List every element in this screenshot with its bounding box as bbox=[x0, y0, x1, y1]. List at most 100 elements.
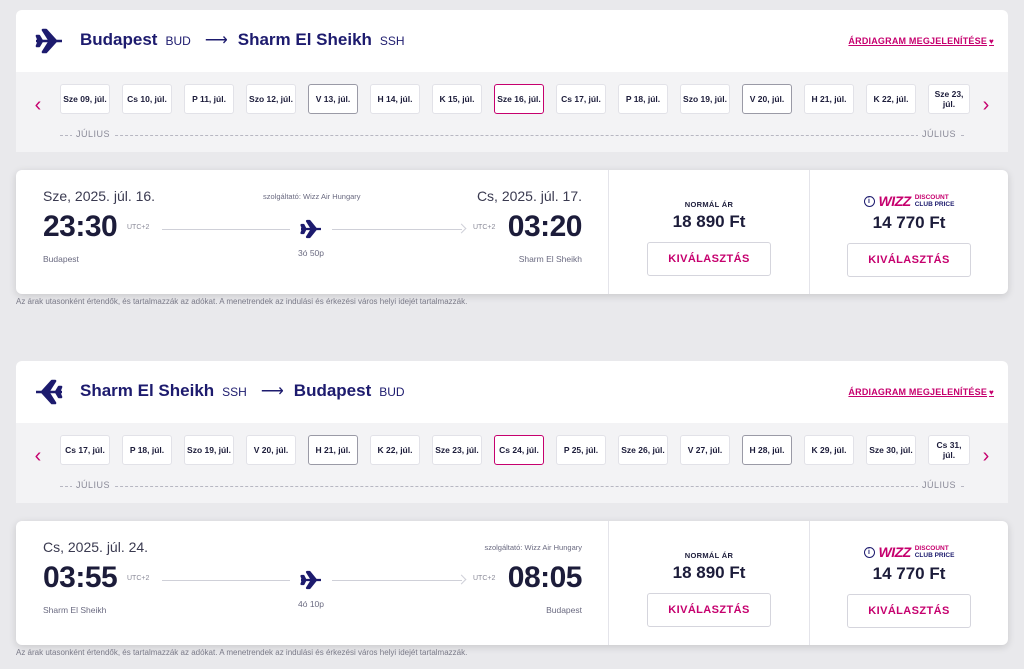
date-option[interactable]: K 15, júl. bbox=[432, 84, 482, 114]
arrival-date: Cs, 2025. júl. 17. bbox=[476, 188, 582, 204]
chevron-down-icon: ♥ bbox=[989, 388, 994, 397]
departure-date: Cs, 2025. júl. 24. bbox=[43, 539, 149, 555]
next-dates-button[interactable]: › bbox=[976, 443, 996, 469]
normal-fare-label: NORMÁL ÁR bbox=[684, 551, 734, 560]
flight-details: Cs, 2025. júl. 24. szolgáltató: Wizz Air… bbox=[16, 521, 609, 645]
date-option[interactable]: V 27, júl. bbox=[680, 435, 730, 465]
month-line bbox=[60, 486, 964, 487]
origin-city: Budapest bbox=[80, 30, 158, 49]
plane-icon bbox=[300, 570, 321, 590]
club-fare: i WIZZ DISCOUNT CLUB PRICE 14 770 Ft KIVÁ… bbox=[810, 521, 1008, 645]
destination-code: BUD bbox=[379, 385, 405, 399]
date-option[interactable]: K 22, júl. bbox=[866, 84, 916, 114]
date-option[interactable]: V 20, júl. bbox=[246, 435, 296, 465]
arrival-utc: UTC+2 bbox=[473, 224, 496, 231]
info-icon[interactable]: i bbox=[863, 195, 875, 207]
club-text: DISCOUNT CLUB PRICE bbox=[915, 194, 955, 208]
club-fare-price: 14 770 Ft bbox=[872, 564, 946, 583]
wizz-logo: WIZZ bbox=[878, 544, 912, 560]
select-normal-fare-button[interactable]: KIVÁLASZTÁS bbox=[647, 593, 771, 627]
previous-dates-button[interactable]: ‹ bbox=[28, 92, 48, 118]
route-arrow: ⟶ bbox=[260, 383, 284, 400]
origin-code: SSH bbox=[222, 385, 247, 399]
date-selector: ‹ Cs 17, júl. P 18, júl. Szo 19, júl. V 20,… bbox=[16, 423, 1008, 503]
show-price-chart-link[interactable]: ÁRDIAGRAM MEGJELENÍTÉSE ♥ bbox=[848, 387, 994, 397]
arrival-city: Budapest bbox=[546, 605, 582, 615]
month-label-right: JÚLIUS bbox=[917, 480, 960, 490]
date-option[interactable]: Cs 17, júl. bbox=[556, 84, 606, 114]
normal-fare-price: 18 890 Ft bbox=[672, 212, 746, 231]
date-option[interactable]: Szo 19, júl. bbox=[680, 84, 730, 114]
info-icon[interactable]: i bbox=[863, 546, 875, 558]
date-option[interactable]: P 18, júl. bbox=[122, 435, 172, 465]
departure-time: 23:30 bbox=[43, 210, 118, 243]
departure-utc: UTC+2 bbox=[127, 224, 150, 231]
route-arrow: ⟶ bbox=[204, 32, 228, 49]
date-option[interactable]: Sze 23, júl. bbox=[928, 84, 970, 114]
route-line-end bbox=[456, 223, 467, 234]
date-option[interactable]: Sze 09, júl. bbox=[60, 84, 110, 114]
route-title: Budapest BUD ⟶ Sharm El Sheikh SSH bbox=[80, 30, 405, 50]
club-text-line2: CLUB PRICE bbox=[914, 552, 955, 559]
date-option[interactable]: P 11, júl. bbox=[184, 84, 234, 114]
date-option[interactable]: H 21, júl. bbox=[308, 435, 358, 465]
date-option[interactable]: Cs 17, júl. bbox=[60, 435, 110, 465]
date-option[interactable]: V 13, júl. bbox=[308, 84, 358, 114]
date-selector: ‹ Sze 09, júl. Cs 10, júl. P 11, júl. Szo 1… bbox=[16, 72, 1008, 152]
arrival-utc: UTC+2 bbox=[473, 575, 496, 582]
show-price-chart-link[interactable]: ÁRDIAGRAM MEGJELENÍTÉSE ♥ bbox=[848, 36, 994, 46]
flight-duration: 4ó 10p bbox=[298, 599, 324, 609]
origin-city: Sharm El Sheikh bbox=[80, 381, 215, 400]
price-footnote: Az árak utasonként értendők, és tartalma… bbox=[16, 297, 468, 306]
month-divider: JÚLIUS JÚLIUS bbox=[60, 129, 964, 141]
date-option[interactable]: Sze 30, júl. bbox=[866, 435, 916, 465]
date-option[interactable]: H 21, júl. bbox=[804, 84, 854, 114]
normal-fare: NORMÁL ÁR 18 890 Ft KIVÁLASZTÁS bbox=[609, 170, 810, 294]
date-option[interactable]: K 22, júl. bbox=[370, 435, 420, 465]
date-option[interactable]: Sze 23, júl. bbox=[432, 435, 482, 465]
destination-code: SSH bbox=[379, 34, 405, 48]
normal-fare-price: 18 890 Ft bbox=[672, 563, 746, 582]
date-option[interactable]: Szo 19, júl. bbox=[184, 435, 234, 465]
destination-city: Sharm El Sheikh bbox=[237, 30, 372, 49]
departure-city: Budapest bbox=[43, 254, 79, 264]
plane-departure-icon bbox=[35, 28, 62, 54]
wizz-logo: WIZZ bbox=[878, 193, 912, 209]
date-option[interactable]: Cs 24, júl. bbox=[494, 435, 544, 465]
flight-card: Cs, 2025. júl. 24. szolgáltató: Wizz Air… bbox=[16, 521, 1008, 645]
route-line bbox=[332, 580, 462, 581]
normal-fare-label: NORMÁL ÁR bbox=[684, 200, 734, 209]
route-line bbox=[162, 229, 290, 230]
date-option[interactable]: K 29, júl. bbox=[804, 435, 854, 465]
route-line bbox=[162, 580, 290, 581]
select-club-fare-button[interactable]: KIVÁLASZTÁS bbox=[847, 594, 971, 628]
departure-date: Sze, 2025. júl. 16. bbox=[43, 188, 156, 204]
month-label-right: JÚLIUS bbox=[917, 129, 960, 139]
select-club-fare-button[interactable]: KIVÁLASZTÁS bbox=[847, 243, 971, 277]
date-option[interactable]: Cs 10, júl. bbox=[122, 84, 172, 114]
previous-dates-button[interactable]: ‹ bbox=[28, 443, 48, 469]
next-dates-button[interactable]: › bbox=[976, 92, 996, 118]
plane-arrival-icon bbox=[36, 379, 63, 405]
club-fare-price: 14 770 Ft bbox=[872, 213, 946, 232]
date-option[interactable]: P 25, júl. bbox=[556, 435, 606, 465]
month-divider: JÚLIUS JÚLIUS bbox=[60, 480, 964, 492]
arrival-time: 03:20 bbox=[507, 210, 583, 243]
select-normal-fare-button[interactable]: KIVÁLASZTÁS bbox=[647, 242, 771, 276]
date-option[interactable]: H 14, júl. bbox=[370, 84, 420, 114]
arrival-time: 08:05 bbox=[507, 561, 583, 594]
date-option[interactable]: V 20, júl. bbox=[742, 84, 792, 114]
date-option[interactable]: P 18, júl. bbox=[618, 84, 668, 114]
departure-city: Sharm El Sheikh bbox=[43, 605, 107, 615]
arrival-city: Sharm El Sheikh bbox=[518, 254, 582, 264]
date-option[interactable]: Sze 26, júl. bbox=[618, 435, 668, 465]
price-chart-link-label: ÁRDIAGRAM MEGJELENÍTÉSE bbox=[848, 387, 988, 397]
date-option[interactable]: H 28, júl. bbox=[742, 435, 792, 465]
route-header: Sharm El Sheikh SSH ⟶ Budapest BUD ÁRDIA… bbox=[16, 361, 1008, 423]
date-option[interactable]: Szo 12, júl. bbox=[246, 84, 296, 114]
date-option[interactable]: Sze 16, júl. bbox=[494, 84, 544, 114]
month-label-left: JÚLIUS bbox=[72, 480, 115, 490]
month-line bbox=[60, 135, 964, 136]
date-option[interactable]: Cs 31, júl. bbox=[928, 435, 970, 465]
operator-label: szolgáltató: Wizz Air Hungary bbox=[263, 192, 361, 201]
